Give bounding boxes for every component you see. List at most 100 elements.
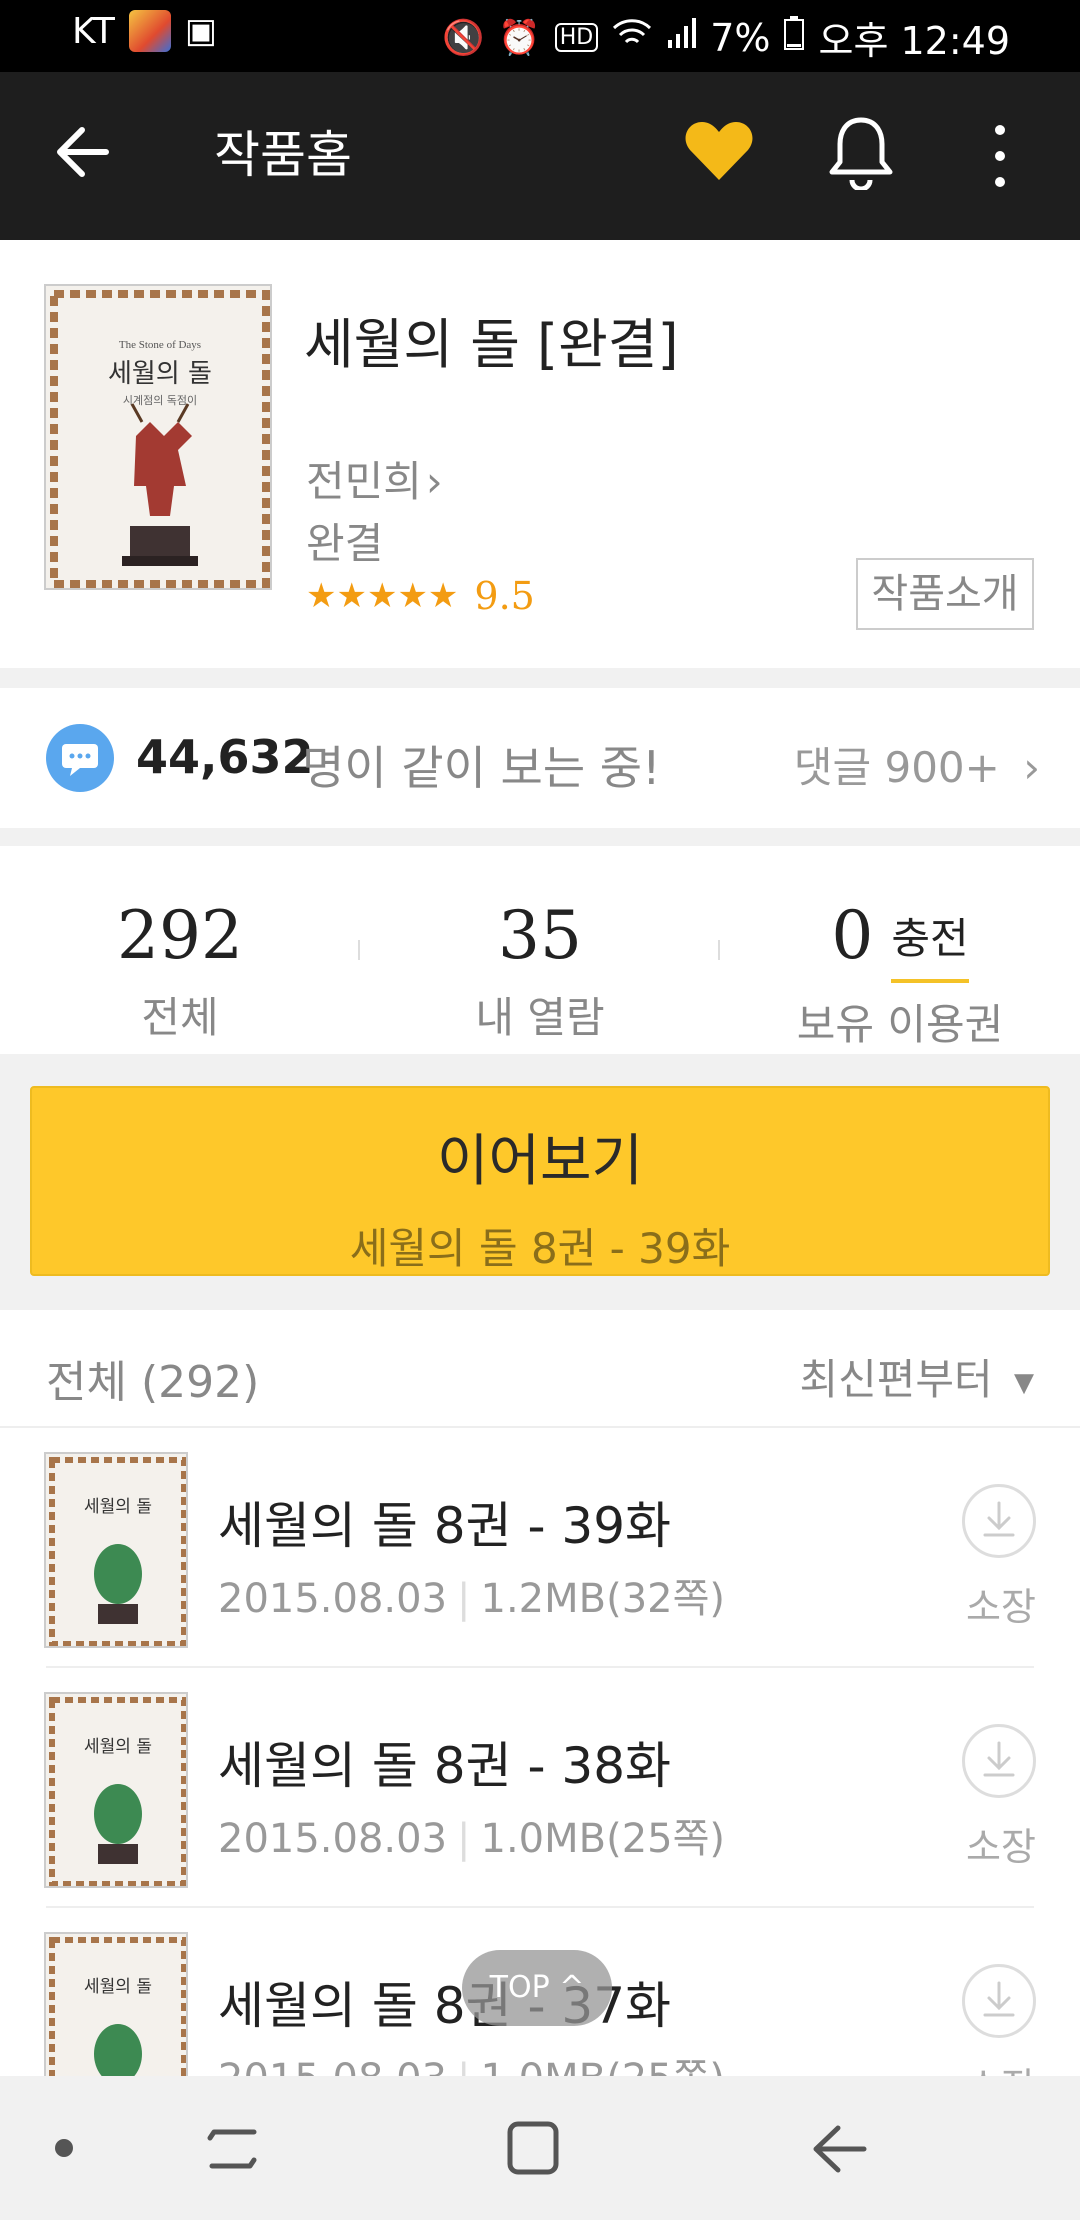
download-label[interactable]: 소장 [956, 1816, 1046, 1871]
download-label[interactable]: 소장 [956, 1576, 1046, 1631]
status-right: 🔇 ⏰ HD 7% 오후 12:49 [442, 10, 1010, 65]
download-icon[interactable] [962, 1724, 1036, 1798]
app-bar: 작품홈 [0, 72, 1080, 240]
stat-read-label: 내 열람 [475, 993, 605, 1042]
episode-meta: 2015.08.03 | 1.2MB(32쪽) [218, 1566, 725, 1624]
battery-icon [784, 16, 805, 59]
cover-top-text: The Stone of Days [119, 339, 201, 351]
comments-link[interactable]: 댓글 900+ › [794, 734, 1040, 795]
heart-icon [685, 122, 753, 180]
episode-title: 세월의 돌 8권 - 39화 [218, 1497, 672, 1555]
readers-row[interactable]: 44,632 명이 같이 보는 중! 댓글 900+ › [0, 688, 1080, 828]
author-link[interactable]: 전민희› [306, 448, 443, 509]
stats-row: 292 전체 35 내 열람 0 충전 보유 이용권 [0, 846, 1080, 1054]
caret-down-icon: ▼ [1014, 1367, 1034, 1398]
episode-date: 2015.08.03 [218, 1576, 448, 1622]
notification-report-icon: ▣ [184, 11, 217, 51]
episode-meta: 2015.08.03|1.0MB(25쪽) [218, 1806, 725, 1864]
sort-label: 최신편부터 [799, 1355, 993, 1404]
episode-cover-image: 세월의 돌 [44, 1692, 188, 1888]
episode-title: 세월의 돌 8권 - 38화 [218, 1737, 672, 1795]
page-title: 작품홈 [214, 126, 352, 184]
stat-owned-label: 보유 이용권 [796, 1000, 1004, 1049]
cover-title: 세월의 돌 [108, 359, 212, 389]
episode-row[interactable]: 세월의 돌 세월의 돌 8권 - 38화 2015.08.03 | 1.0MB(25… [0, 1668, 1080, 1908]
back-nav-icon [813, 2125, 867, 2173]
continue-label: 이어보기 [436, 1129, 644, 1194]
favorite-button[interactable] [684, 120, 756, 192]
episode-size: 1.0MB(25쪽) [480, 1816, 725, 1862]
download-icon[interactable] [962, 1484, 1036, 1558]
hd-icon: HD [554, 23, 599, 52]
continue-reading-button[interactable]: 이어보기 세월의 돌 8권 - 39화 [30, 1086, 1050, 1276]
chevron-right-icon: › [425, 457, 443, 506]
reader-count-text: 명이 같이 보는 중! [302, 741, 661, 795]
mute-icon: 🔇 [442, 17, 485, 58]
download-icon[interactable] [962, 1964, 1036, 2038]
stat-total-label: 전체 [141, 993, 219, 1042]
download-label[interactable]: 소장 [956, 2056, 1046, 2076]
chat-bubble-icon [46, 724, 114, 792]
sort-dropdown[interactable]: 최신편부터 ▼ [799, 1346, 1034, 1407]
stat-read-value: 35 [498, 897, 582, 974]
notification-button[interactable] [828, 116, 900, 196]
status-bar: KT ▣ 🔇 ⏰ HD 7% 오후 12:49 [0, 0, 1080, 72]
episode-date: 2015.08.03 [218, 1816, 448, 1862]
clock: 오후 12:49 [818, 19, 1010, 63]
alarm-icon: ⏰ [498, 17, 541, 58]
episode-list-header: 전체 (292) 최신편부터 ▼ [0, 1310, 1080, 1428]
back-button[interactable] [52, 116, 124, 188]
carrier-label: KT [72, 10, 115, 52]
home-button[interactable] [500, 2114, 570, 2184]
meta-separator: | [457, 1816, 471, 1862]
cover-title: 세월의 돌 [84, 1497, 152, 1517]
episode-cover-image: 세월의 돌 [44, 1452, 188, 1648]
rating-score: 9.5 [474, 574, 535, 618]
wifi-icon [612, 16, 652, 59]
stat-total: 292 전체 [0, 896, 360, 1045]
recent-apps-button[interactable] [200, 2116, 266, 2182]
author-name: 전민희 [306, 457, 422, 506]
episode-date: 2015.08.03 [218, 2056, 447, 2076]
more-vertical-icon [995, 125, 1005, 187]
charge-button[interactable]: 충전 [891, 899, 969, 983]
cover-title: 세월의 돌 [84, 1977, 152, 1997]
chevron-right-icon: › [1023, 743, 1040, 792]
episode-size: 1.2MB(32쪽) [480, 1576, 725, 1622]
stat-owned: 0 충전 보유 이용권 [720, 896, 1080, 1052]
reader-count: 44,632 [136, 730, 314, 784]
more-menu-button[interactable] [980, 116, 1020, 196]
work-cover-image[interactable]: The Stone of Days 세월의 돌 시계점의 독점이 [44, 284, 272, 590]
work-info: The Stone of Days 세월의 돌 시계점의 독점이 세월의 돌 [… [0, 240, 1080, 668]
stat-read: 35 내 열람 [360, 896, 720, 1045]
recent-apps-icon [207, 2129, 257, 2169]
stat-owned-value: 0 [831, 897, 874, 974]
episode-total-label: 전체 (292) [46, 1357, 260, 1408]
status-left: KT ▣ [72, 10, 217, 52]
section-divider [0, 828, 1080, 846]
system-nav-bar [0, 2076, 1080, 2220]
dot-icon [55, 2139, 73, 2157]
rating: ★★★★★ 9.5 [306, 574, 535, 618]
back-nav-button[interactable] [804, 2116, 874, 2182]
work-title: 세월의 돌 [완결] [304, 313, 679, 376]
episode-size: 1.0MB(25쪽) [481, 2056, 725, 2076]
notification-app-icon [128, 10, 171, 52]
episode-meta: 2015.08.03 | 1.0MB(25쪽) [218, 2046, 725, 2076]
episode-row[interactable]: 세월의 돌 세월의 돌 8권 - 39화 2015.08.03 | 1.2MB(32… [0, 1428, 1080, 1668]
battery-percent: 7% [710, 15, 771, 60]
cover-title: 세월의 돌 [84, 1737, 152, 1757]
stat-total-value: 292 [117, 897, 243, 974]
scroll-top-button[interactable]: TOP ^ [462, 1950, 612, 2026]
completion-status: 완결 [306, 519, 384, 568]
section-divider [0, 668, 1080, 688]
bell-icon [829, 117, 893, 192]
star-rating-icon: ★★★★★ [306, 576, 459, 616]
meta-separator: | [457, 1576, 471, 1622]
home-square-icon [507, 2121, 559, 2175]
work-intro-button[interactable]: 작품소개 [856, 558, 1034, 630]
meta-separator: | [457, 2056, 470, 2076]
comments-count: 댓글 900+ [793, 743, 1000, 792]
continue-episode: 세월의 돌 8권 - 39화 [349, 1224, 731, 1273]
episode-cover-image: 세월의 돌 [44, 1932, 188, 2076]
